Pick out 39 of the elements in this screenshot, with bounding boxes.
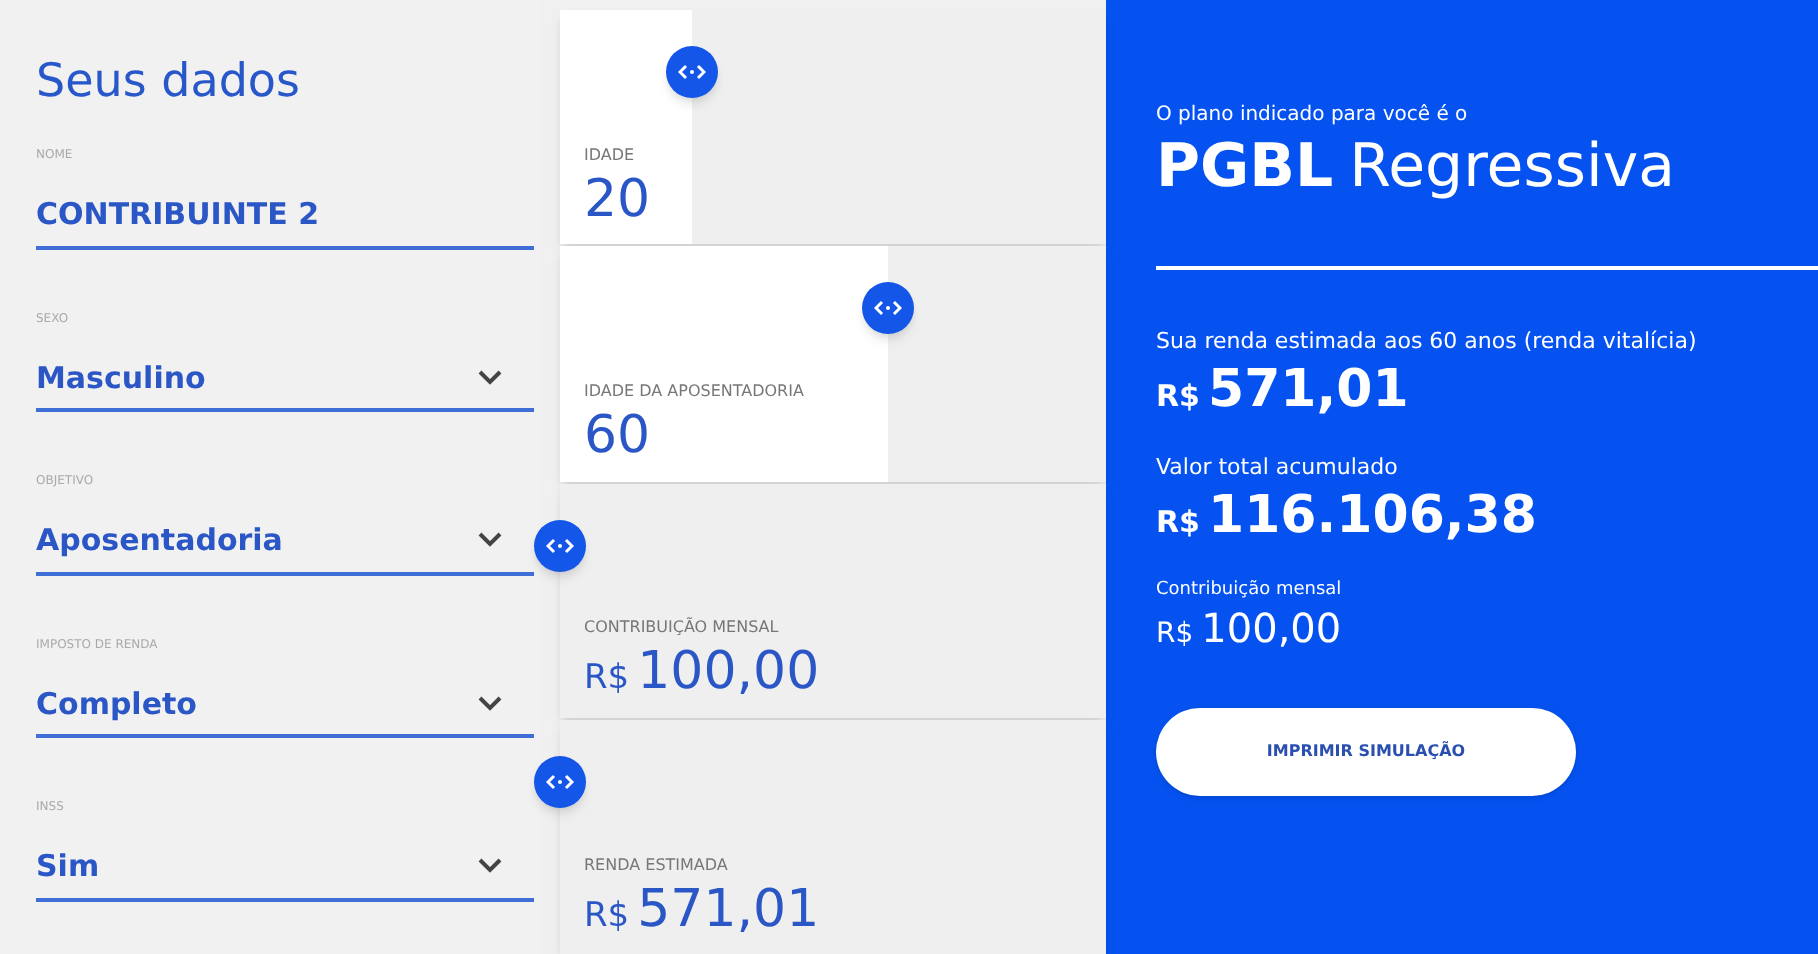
figure-label: Sua renda estimada aos 60 anos (renda vitalícia) [1156, 325, 1699, 357]
currency-symbol: R$ [1156, 376, 1200, 418]
select-field[interactable]: Sim [36, 844, 534, 901]
arrows-icon [546, 537, 574, 553]
slider-value: 60 [584, 404, 651, 469]
slider-label: RENDA ESTIMADA [584, 853, 730, 877]
slider-label: CONTRIBUIÇÃO MENSAL [584, 616, 781, 641]
print-button[interactable]: IMPRIMIR SIMULAÇÃO [1156, 708, 1576, 796]
select-field[interactable]: Aposentadoria [36, 518, 534, 575]
plan-code: PGBL [1156, 130, 1334, 205]
arrows-icon [677, 64, 706, 80]
chevron-down-icon [478, 532, 502, 549]
slider-value: 571,01 [637, 877, 820, 942]
intro-text: O plano indicado para você é o [1156, 102, 1470, 130]
select-field[interactable]: Masculino [36, 355, 534, 412]
figure-value: 100,00 [1201, 604, 1342, 654]
slider-label: IDADE [584, 143, 637, 168]
slider-handle[interactable] [534, 755, 586, 808]
figure-label: Contribuição mensal [1156, 577, 1344, 603]
arrows-icon [546, 773, 574, 790]
form-title: Seus dados [36, 60, 302, 106]
currency-symbol: R$ [584, 656, 630, 703]
figure-label: Valor total acumulado [1156, 451, 1400, 483]
plan-name: Regressiva [1349, 130, 1675, 205]
slider-handle[interactable] [534, 519, 586, 571]
figure-value: 571,01 [1208, 358, 1409, 423]
currency-symbol: R$ [584, 893, 630, 939]
currency-symbol: R$ [1156, 616, 1194, 654]
chevron-down-icon [478, 858, 502, 875]
arrows-icon [873, 300, 902, 317]
chevron-down-icon [478, 369, 502, 386]
currency-symbol: R$ [1156, 502, 1200, 544]
slider-label: IDADE DA APOSENTADORIA [584, 380, 804, 404]
input-field[interactable]: CONTRIBUINTE 2 [36, 192, 534, 249]
select-field[interactable]: Completo [36, 681, 534, 738]
slider-value: 100,00 [637, 640, 820, 706]
figure-value: 116.106,38 [1208, 484, 1537, 549]
slider-value: 20 [584, 167, 651, 233]
chevron-down-icon [478, 695, 502, 712]
